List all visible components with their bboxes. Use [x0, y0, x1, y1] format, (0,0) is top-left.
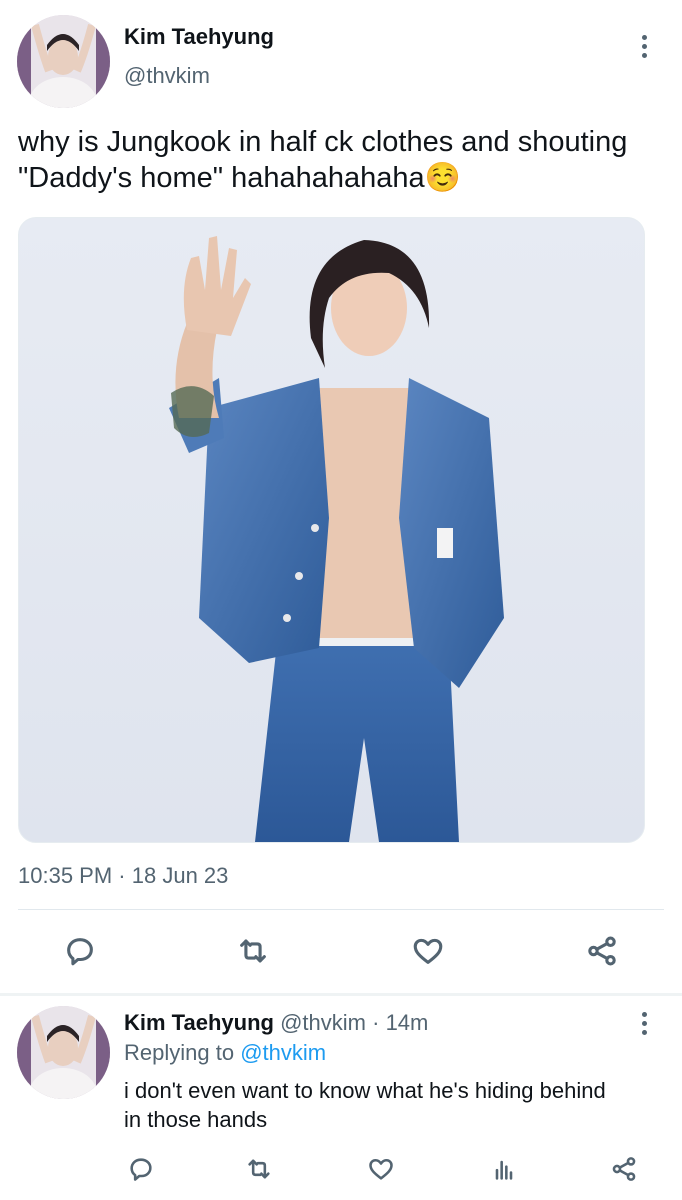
reply-author-handle[interactable]: @thvkim — [280, 1010, 366, 1035]
reply-header: Kim Taehyung @thvkim · 14m — [124, 1010, 428, 1036]
tweet-time: 10:35 PM — [18, 863, 113, 888]
reply-author-name[interactable]: Kim Taehyung — [124, 1010, 274, 1035]
like-icon — [369, 1158, 393, 1180]
reply-reply-button[interactable] — [124, 1153, 158, 1185]
tweet-media[interactable] — [18, 217, 645, 843]
reply-more-options-icon[interactable] — [641, 1012, 647, 1035]
media-photo — [19, 218, 644, 842]
reply-retweet-button[interactable] — [242, 1153, 276, 1185]
like-icon — [413, 938, 443, 964]
divider — [18, 909, 664, 910]
avatar-photo — [17, 1006, 110, 1099]
avatar-photo — [17, 15, 110, 108]
retweet-icon — [240, 939, 266, 963]
reply-age[interactable]: 14m — [386, 1010, 429, 1035]
retweet-button[interactable] — [233, 933, 273, 969]
reply-analytics-button[interactable] — [487, 1153, 521, 1185]
share-icon — [612, 1157, 636, 1181]
author-handle[interactable]: @thvkim — [124, 63, 210, 89]
tweet-date: 18 Jun 23 — [131, 863, 229, 888]
reply-share-button[interactable] — [607, 1153, 641, 1185]
analytics-icon — [495, 1160, 513, 1180]
reply-avatar[interactable] — [17, 1006, 110, 1099]
replying-to: Replying to @thvkim — [124, 1040, 326, 1066]
replying-prefix: Replying to — [124, 1040, 235, 1065]
reply-icon — [67, 938, 93, 966]
meta-separator: · — [118, 863, 126, 888]
tweet-timestamp[interactable]: 10:35 PM · 18 Jun 23 — [18, 863, 228, 889]
reply-text: i don't even want to know what he's hidi… — [124, 1078, 606, 1132]
meta-separator: · — [372, 1010, 380, 1035]
like-button[interactable] — [408, 933, 448, 969]
reply-icon — [130, 1158, 152, 1181]
section-divider — [0, 993, 682, 996]
reply-button[interactable] — [60, 933, 100, 969]
retweet-icon — [248, 1159, 270, 1179]
reply-like-button[interactable] — [364, 1153, 398, 1185]
author-avatar[interactable] — [17, 15, 110, 108]
share-icon — [588, 936, 616, 966]
author-name[interactable]: Kim Taehyung — [124, 24, 274, 50]
more-options-icon[interactable] — [641, 35, 647, 58]
share-button[interactable] — [582, 933, 622, 969]
replying-handle-link[interactable]: @thvkim — [240, 1040, 326, 1065]
tweet-text: why is Jungkook in half ck clothes and s… — [18, 126, 628, 194]
